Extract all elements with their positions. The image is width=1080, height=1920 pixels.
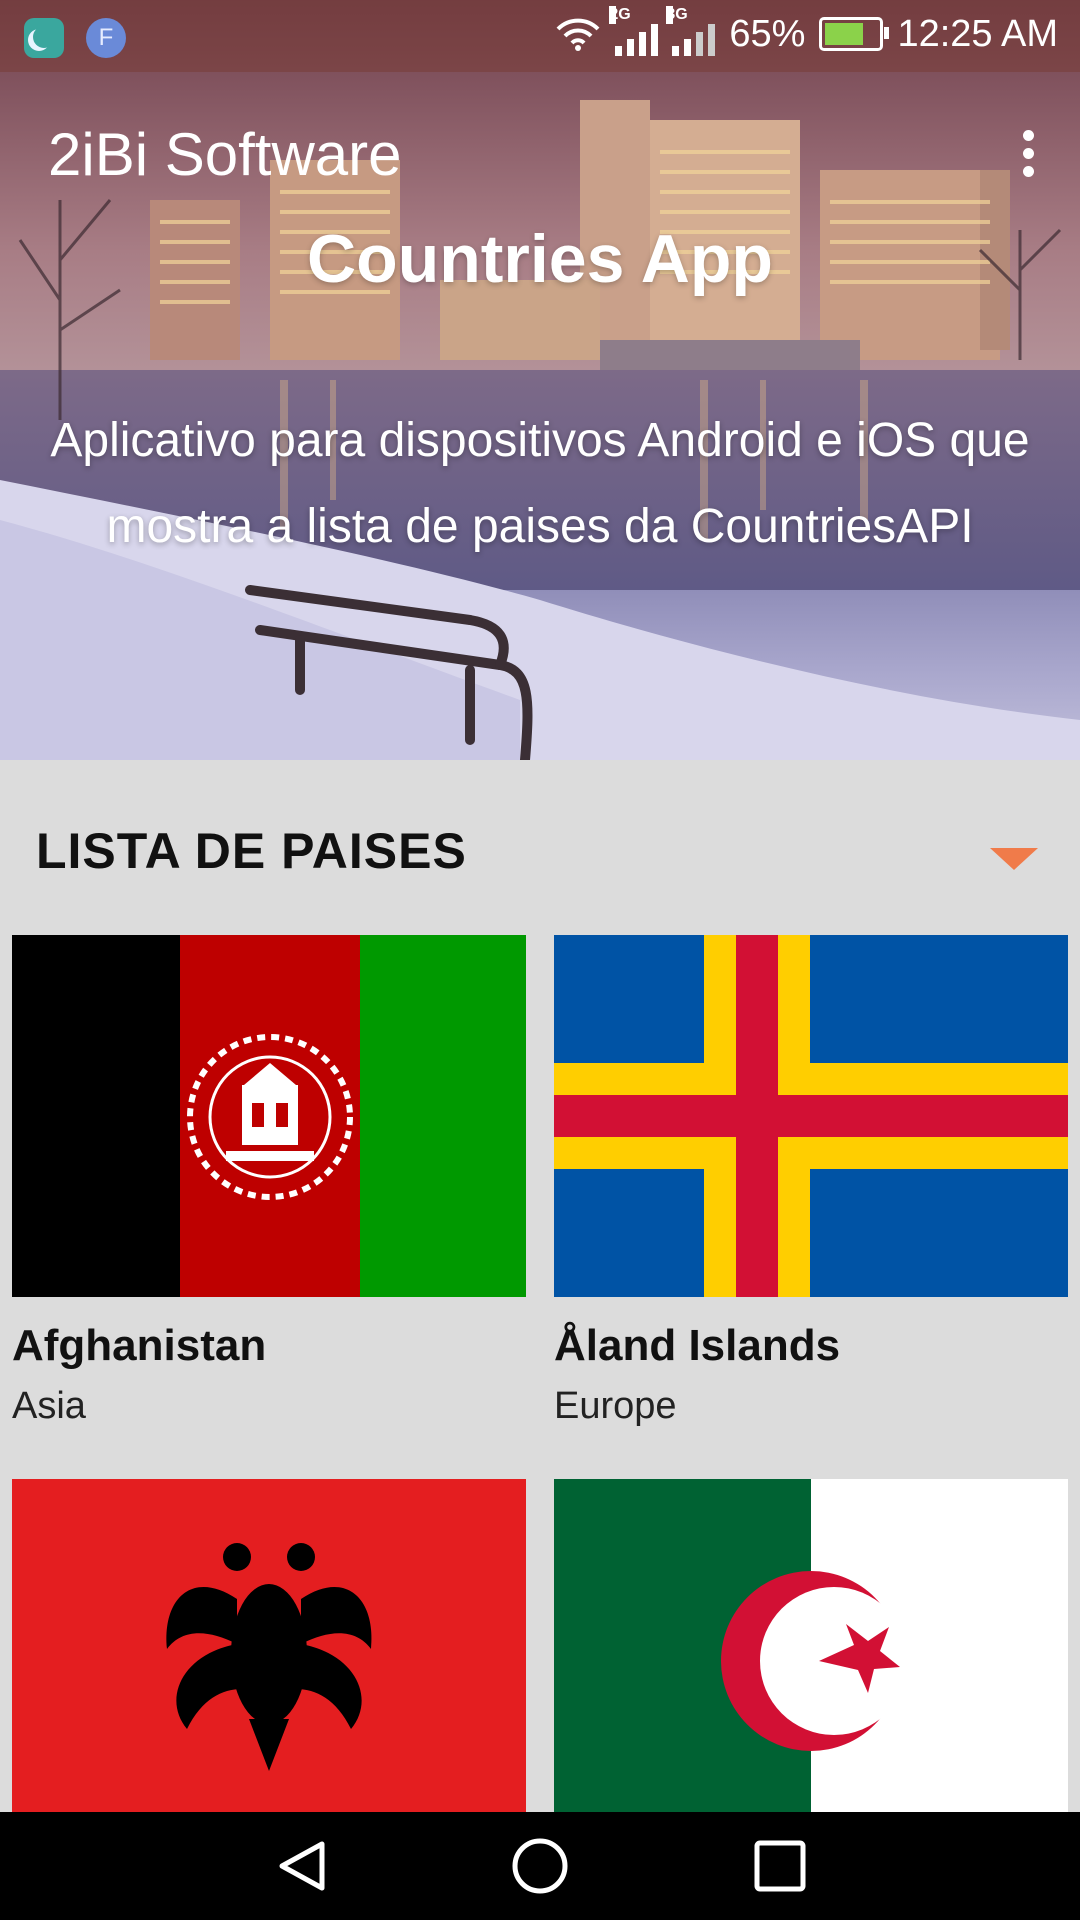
flag-albania	[12, 1479, 526, 1841]
country-region: Europe	[554, 1385, 677, 1427]
header-hero: F 2G 3G 65% 12:25 AM 2iBi Software Count…	[0, 0, 1080, 760]
system-nav-bar	[0, 1812, 1080, 1920]
hero-background-image	[0, 0, 1080, 760]
section-header[interactable]: LISTA DE PAISES	[0, 760, 1080, 935]
back-icon[interactable]	[272, 1836, 332, 1896]
clock: 12:25 AM	[897, 12, 1058, 55]
country-card-afghanistan[interactable]: Afghanistan Asia	[12, 935, 526, 1428]
flag-afghanistan	[12, 935, 526, 1297]
country-name: Afghanistan	[12, 1321, 267, 1370]
hero-title: Countries App	[307, 221, 773, 297]
chevron-down-icon[interactable]	[990, 848, 1038, 870]
more-vert-icon[interactable]	[1020, 130, 1036, 182]
signal-3g-icon: 3G	[666, 6, 716, 56]
country-card-albania[interactable]	[12, 1479, 526, 1865]
battery-icon	[819, 17, 890, 51]
country-card-algeria[interactable]	[554, 1479, 1068, 1865]
flag-algeria	[554, 1479, 1068, 1841]
hero-description: Aplicativo para dispositivos Android e i…	[50, 414, 1030, 553]
notification-f-icon: F	[86, 18, 126, 58]
moon-icon	[24, 18, 64, 58]
flag-aland-islands	[554, 935, 1068, 1297]
country-region: Asia	[12, 1385, 86, 1427]
section-title: LISTA DE PAISES	[36, 823, 467, 879]
country-card-aland-islands[interactable]: Åland Islands Europe	[554, 935, 1068, 1428]
app-title: 2iBi Software	[48, 121, 402, 188]
battery-percent: 65%	[729, 12, 806, 55]
home-icon[interactable]	[510, 1836, 570, 1896]
country-name: Åland Islands	[554, 1321, 841, 1370]
signal-2g-icon: 2G	[609, 6, 659, 56]
wifi-icon	[556, 18, 600, 51]
recent-apps-icon[interactable]	[750, 1836, 810, 1896]
status-bar: F 2G 3G 65% 12:25 AM	[0, 0, 1080, 72]
